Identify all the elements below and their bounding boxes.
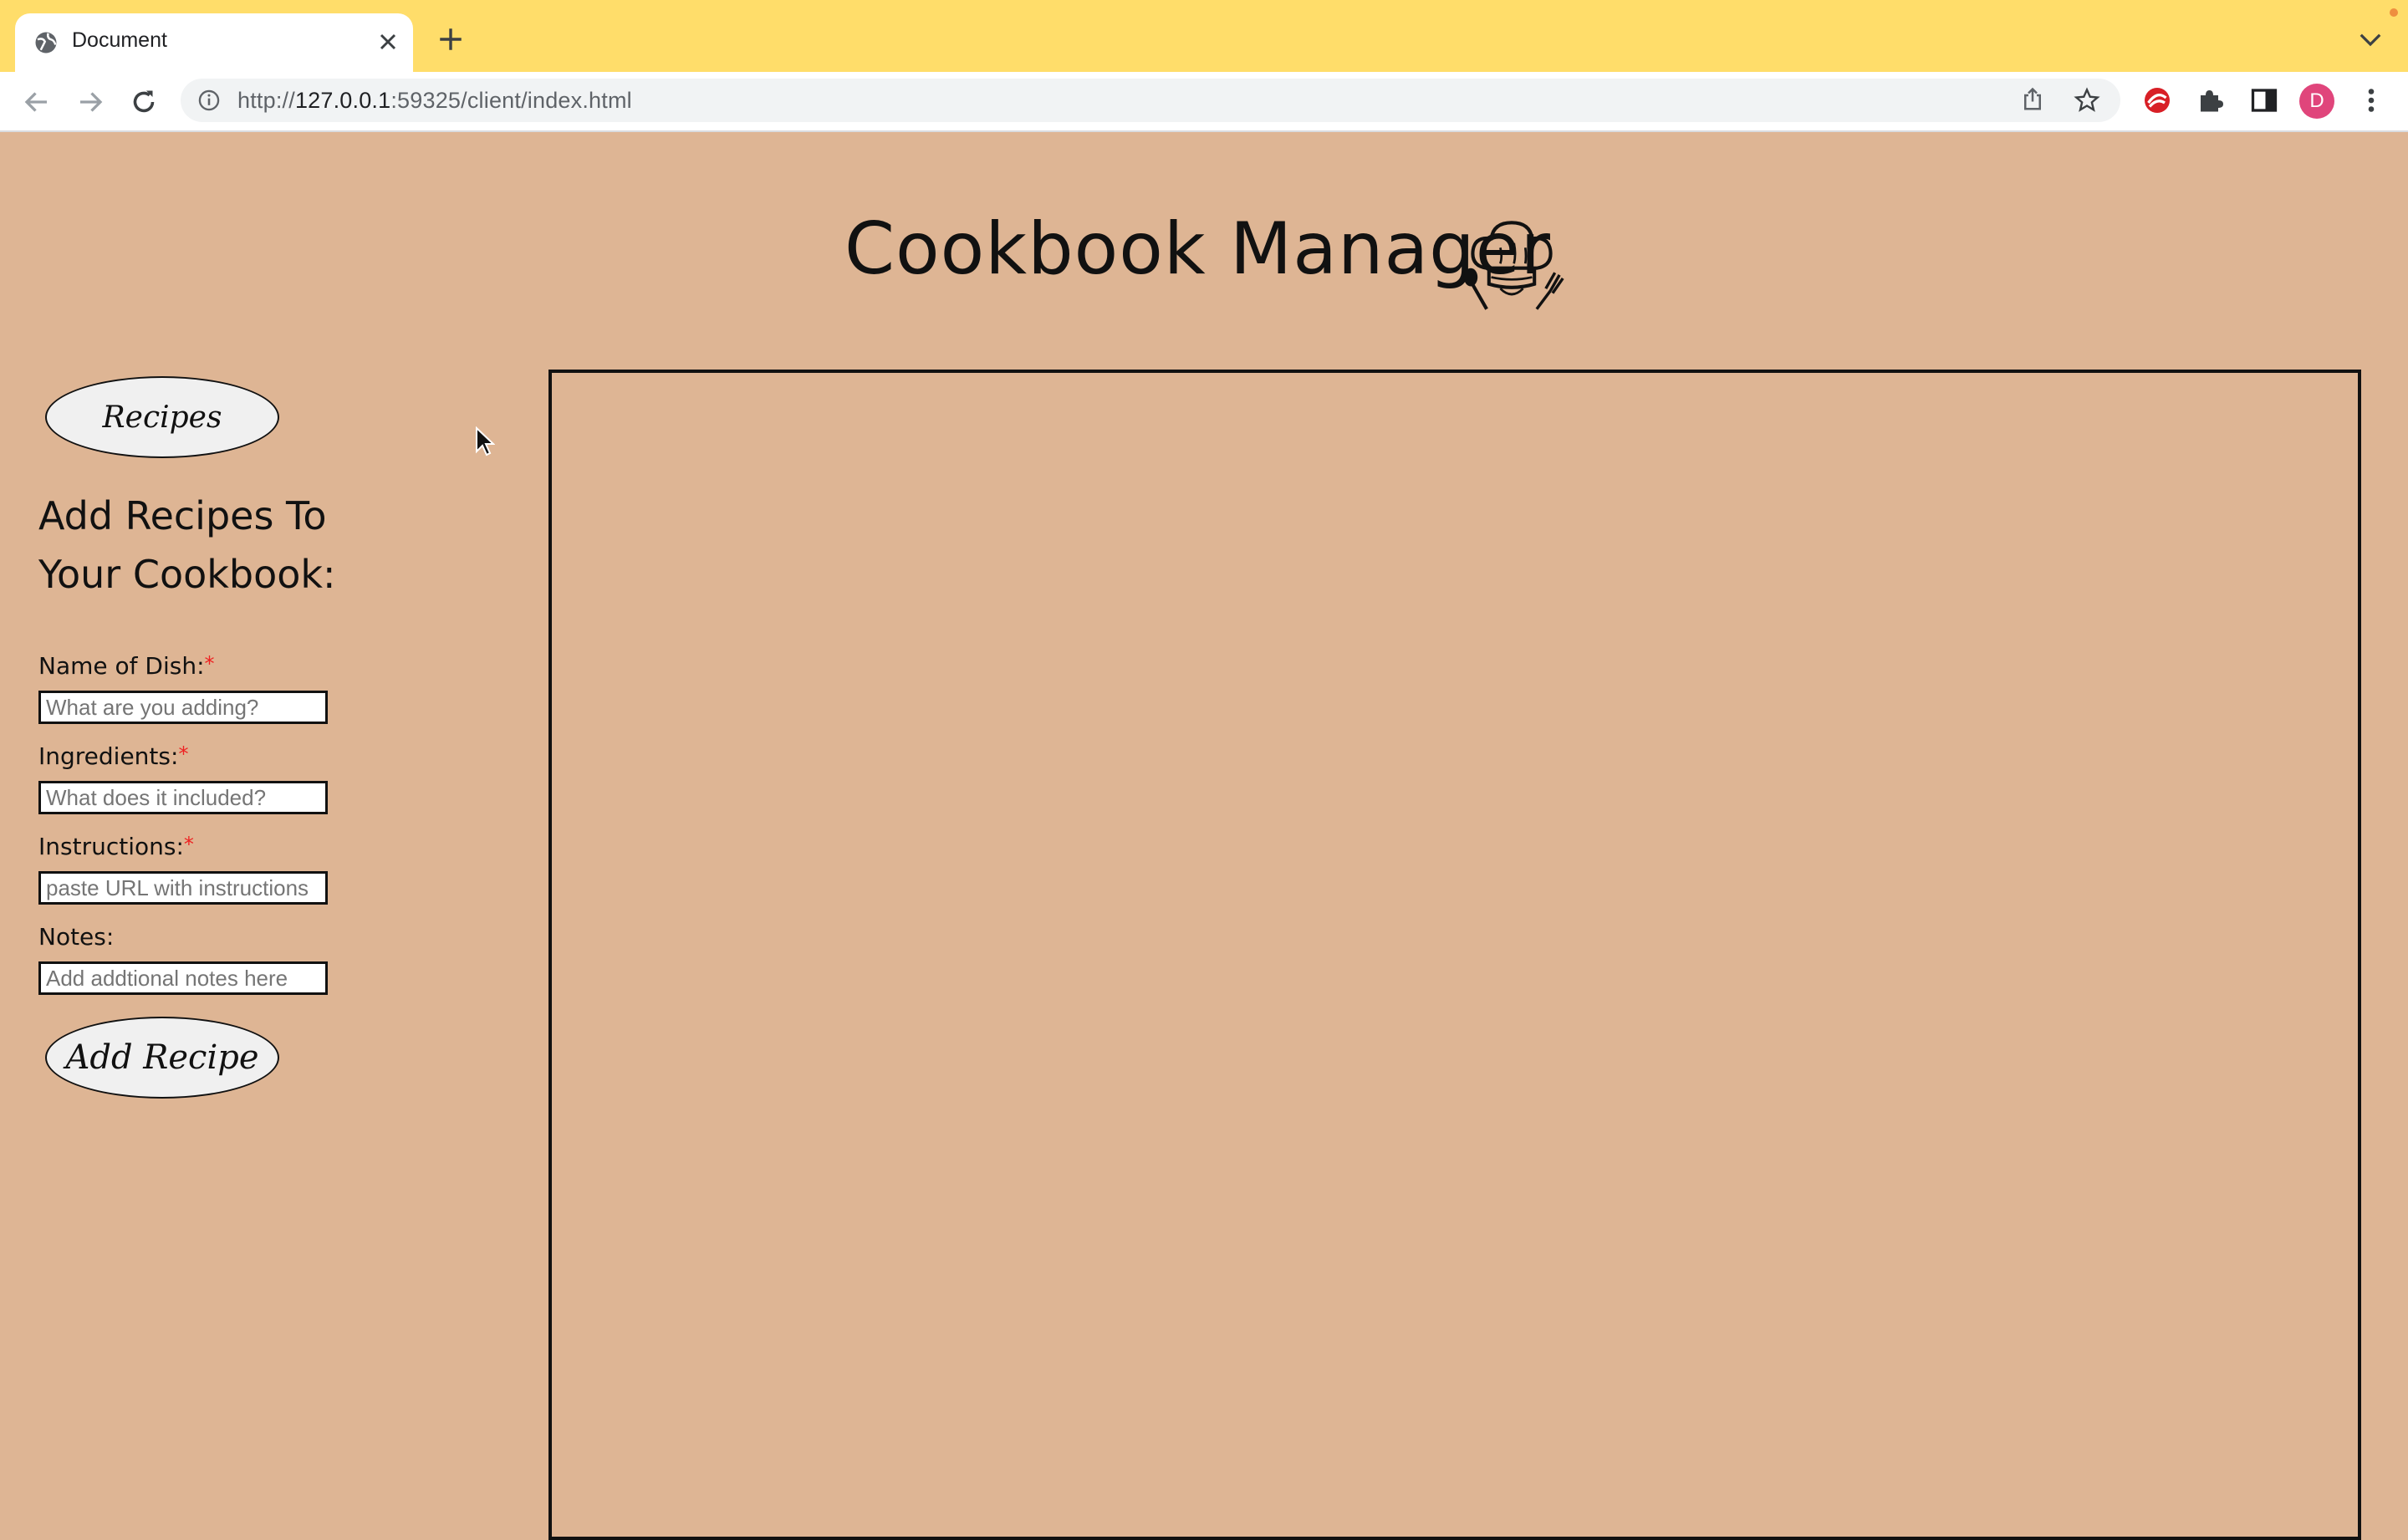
reload-icon[interactable]	[129, 87, 159, 117]
extension-icon[interactable]	[2142, 85, 2172, 115]
recording-indicator	[2390, 8, 2398, 17]
page-body: Cookbook Manager Recipes Add Recipes To …	[0, 132, 2408, 1540]
instructions-label: Instructions:*	[38, 833, 194, 860]
info-icon[interactable]	[197, 89, 221, 112]
recipes-display-panel	[548, 370, 2361, 1540]
page-title: Cookbook Manager	[844, 207, 1552, 291]
instructions-label-text: Instructions:	[38, 833, 184, 860]
url-text: http://127.0.0.1:59325/client/index.html	[237, 88, 632, 114]
close-icon[interactable]	[375, 28, 401, 55]
browser-tab[interactable]: Document	[15, 13, 413, 72]
profile-avatar[interactable]: D	[2299, 84, 2334, 119]
required-marker: *	[183, 833, 194, 856]
globe-icon	[35, 32, 57, 54]
required-marker: *	[204, 652, 215, 676]
dish-name-label-text: Name of Dish:	[38, 652, 205, 680]
add-recipe-button[interactable]: Add Recipe	[45, 1017, 279, 1099]
ingredients-label: Ingredients:*	[38, 742, 188, 770]
back-arrow-icon[interactable]	[22, 87, 52, 117]
sidebar-icon[interactable]	[2249, 85, 2279, 115]
plus-icon[interactable]	[436, 25, 465, 54]
ingredients-input[interactable]	[38, 781, 328, 814]
chef-hat-icon	[1463, 221, 1564, 310]
address-bar[interactable]: http://127.0.0.1:59325/client/index.html	[181, 79, 2120, 122]
recipes-button[interactable]: Recipes	[45, 376, 279, 458]
dish-name-label: Name of Dish:*	[38, 652, 215, 680]
dish-name-input[interactable]	[38, 691, 328, 724]
url-host: 127.0.0.1	[294, 88, 391, 113]
instructions-input[interactable]	[38, 871, 328, 905]
more-icon[interactable]	[2360, 85, 2383, 115]
notes-label: Notes:	[38, 923, 115, 951]
star-icon[interactable]	[2074, 87, 2100, 114]
ingredients-label-text: Ingredients:	[38, 742, 179, 770]
url-prefix: http://	[237, 88, 295, 113]
required-marker: *	[178, 742, 189, 766]
notes-input[interactable]	[38, 961, 328, 995]
form-heading: Add Recipes To Your Cookbook:	[38, 493, 336, 597]
tab-strip: Document	[0, 0, 2408, 72]
url-path: :59325/client/index.html	[390, 88, 632, 113]
chevron-down-icon[interactable]	[2358, 30, 2383, 50]
forward-arrow-icon[interactable]	[75, 87, 105, 117]
tab-title: Document	[72, 28, 167, 52]
share-icon[interactable]	[2020, 87, 2045, 112]
cursor-icon	[476, 426, 495, 456]
puzzle-icon[interactable]	[2196, 85, 2226, 115]
